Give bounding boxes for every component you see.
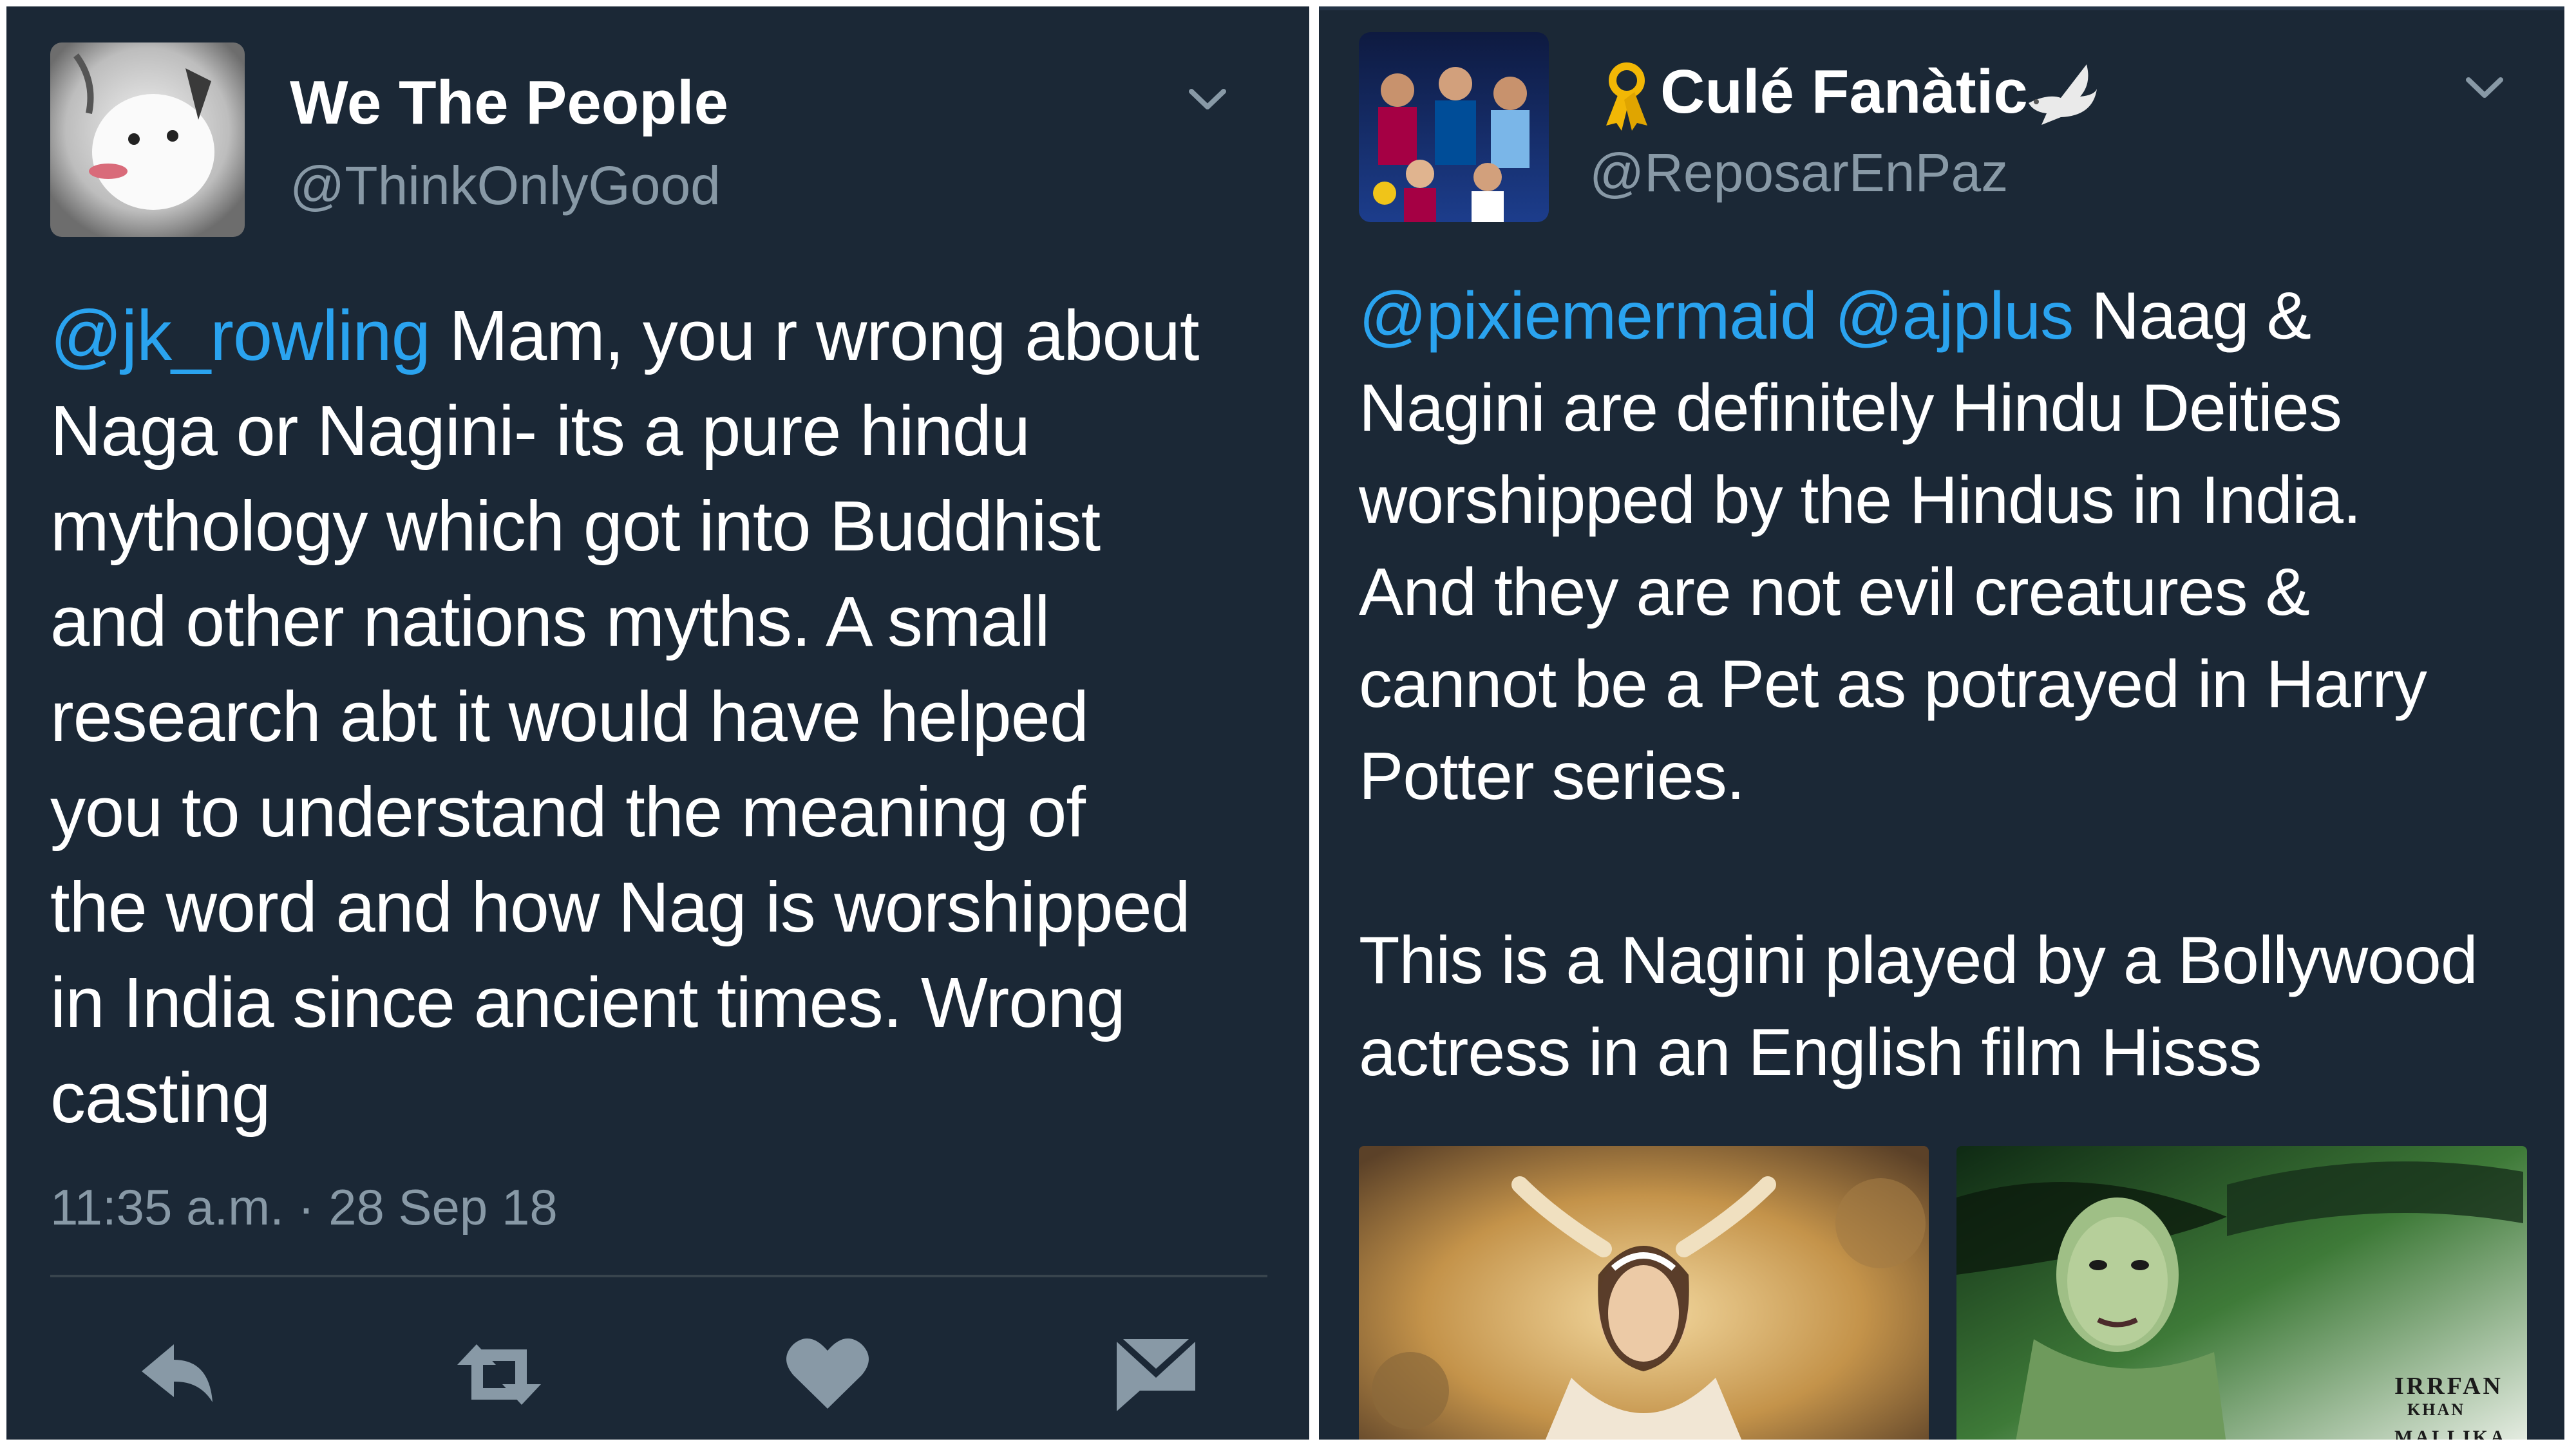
divider [50, 1275, 1267, 1277]
user-avatar[interactable] [1359, 32, 1549, 222]
message-icon[interactable] [1108, 1326, 1204, 1423]
reply-icon[interactable] [129, 1326, 225, 1423]
dancer-poster-image [1359, 1146, 1929, 1440]
like-icon[interactable] [779, 1326, 876, 1423]
left-tweet-card: We The People @ThinkOnlyGood @jk_rowling… [6, 6, 1309, 1440]
football-avatar-image [1359, 32, 1549, 222]
ribbon-icon [1606, 62, 1647, 131]
media-image-1[interactable] [1359, 1146, 1929, 1440]
dove-icon [2029, 64, 2097, 125]
poster-credit-2: KHAN [2407, 1400, 2465, 1419]
user-handle[interactable]: @ReposarEnPaz [1589, 142, 2008, 204]
timestamp[interactable]: 11:35 a.m. · 28 Sep 18 [50, 1178, 558, 1237]
mention-link[interactable]: @ajplus [1835, 279, 2074, 353]
dog-avatar-image [50, 42, 245, 237]
poster-credit-1: IRRFAN [2394, 1373, 2503, 1400]
poster-credit-3: MALLIKA [2394, 1427, 2507, 1440]
tweet-text: @pixiemermaid @ajplus Naag & Nagini are … [1359, 270, 2563, 1099]
tweet-text: @jk_rowling Mam, you r wrong about Naga … [50, 288, 1293, 1146]
user-handle[interactable]: @ThinkOnlyGood [290, 155, 721, 217]
retweet-icon[interactable] [451, 1326, 547, 1423]
right-tweet-card: Culé Fanàtic @ReposarEnPaz @pixiemermaid… [1319, 6, 2564, 1440]
tweet-body: Mam, you r wrong about Naga or Nagini- i… [50, 296, 1199, 1138]
tweet-body: Naag & Nagini are definitely Hindu Deiti… [1359, 279, 2478, 1090]
user-avatar[interactable] [50, 42, 245, 237]
chevron-down-icon[interactable] [1185, 77, 1230, 122]
top-border [1319, 6, 2564, 10]
mention-link[interactable]: @jk_rowling [50, 296, 431, 375]
nagini-poster-image: IRRFAN KHAN MALLIKA [1956, 1146, 2527, 1440]
chevron-down-icon[interactable] [2462, 66, 2507, 111]
display-name[interactable]: Culé Fanàtic [1660, 57, 2028, 127]
mention-link[interactable]: @pixiemermaid [1359, 279, 1817, 353]
display-name[interactable]: We The People [290, 68, 728, 138]
media-image-2[interactable]: IRRFAN KHAN MALLIKA [1956, 1146, 2527, 1440]
